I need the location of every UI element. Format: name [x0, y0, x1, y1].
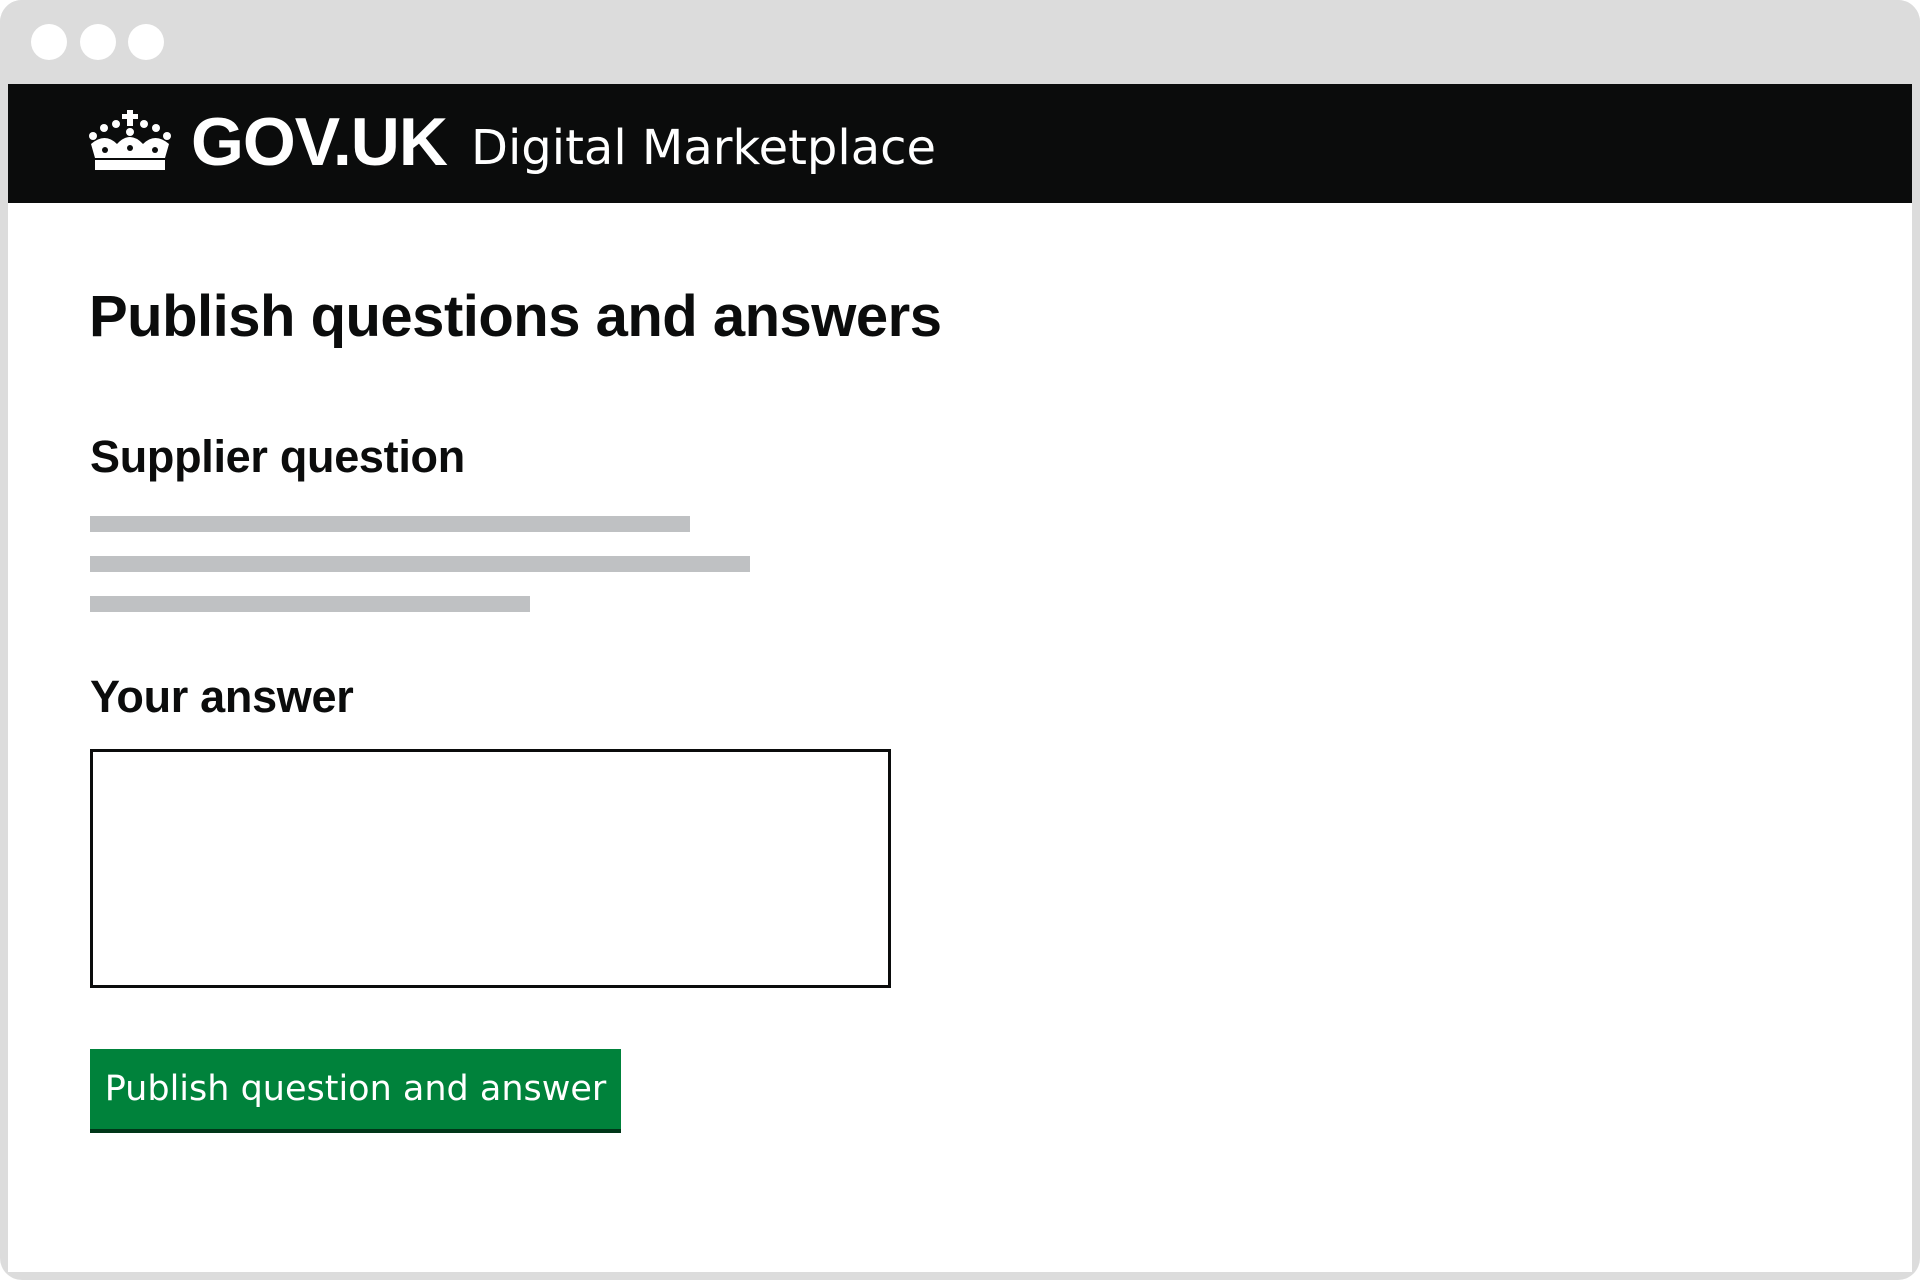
minimize-dot[interactable]	[80, 24, 116, 60]
supplier-question-heading: Supplier question	[90, 431, 465, 482]
page-viewport: GOV.UK Digital Marketplace Publish quest…	[8, 84, 1912, 1272]
browser-title-bar	[0, 0, 1920, 84]
browser-window: GOV.UK Digital Marketplace Publish quest…	[0, 0, 1920, 1280]
close-dot[interactable]	[31, 24, 67, 60]
question-text-placeholder-line	[90, 596, 530, 612]
govuk-header: GOV.UK Digital Marketplace	[8, 84, 1912, 203]
answer-textarea[interactable]	[90, 749, 891, 988]
question-text-placeholder-line	[90, 556, 750, 572]
govuk-logo-text[interactable]: GOV.UK	[191, 102, 448, 182]
question-text-placeholder-line	[90, 516, 690, 532]
maximize-dot[interactable]	[128, 24, 164, 60]
publish-question-and-answer-button[interactable]: Publish question and answer	[90, 1049, 621, 1129]
your-answer-label: Your answer	[90, 671, 354, 722]
service-name[interactable]: Digital Marketplace	[471, 120, 936, 176]
page-title: Publish questions and answers	[89, 284, 942, 349]
crown-icon[interactable]	[87, 110, 173, 174]
